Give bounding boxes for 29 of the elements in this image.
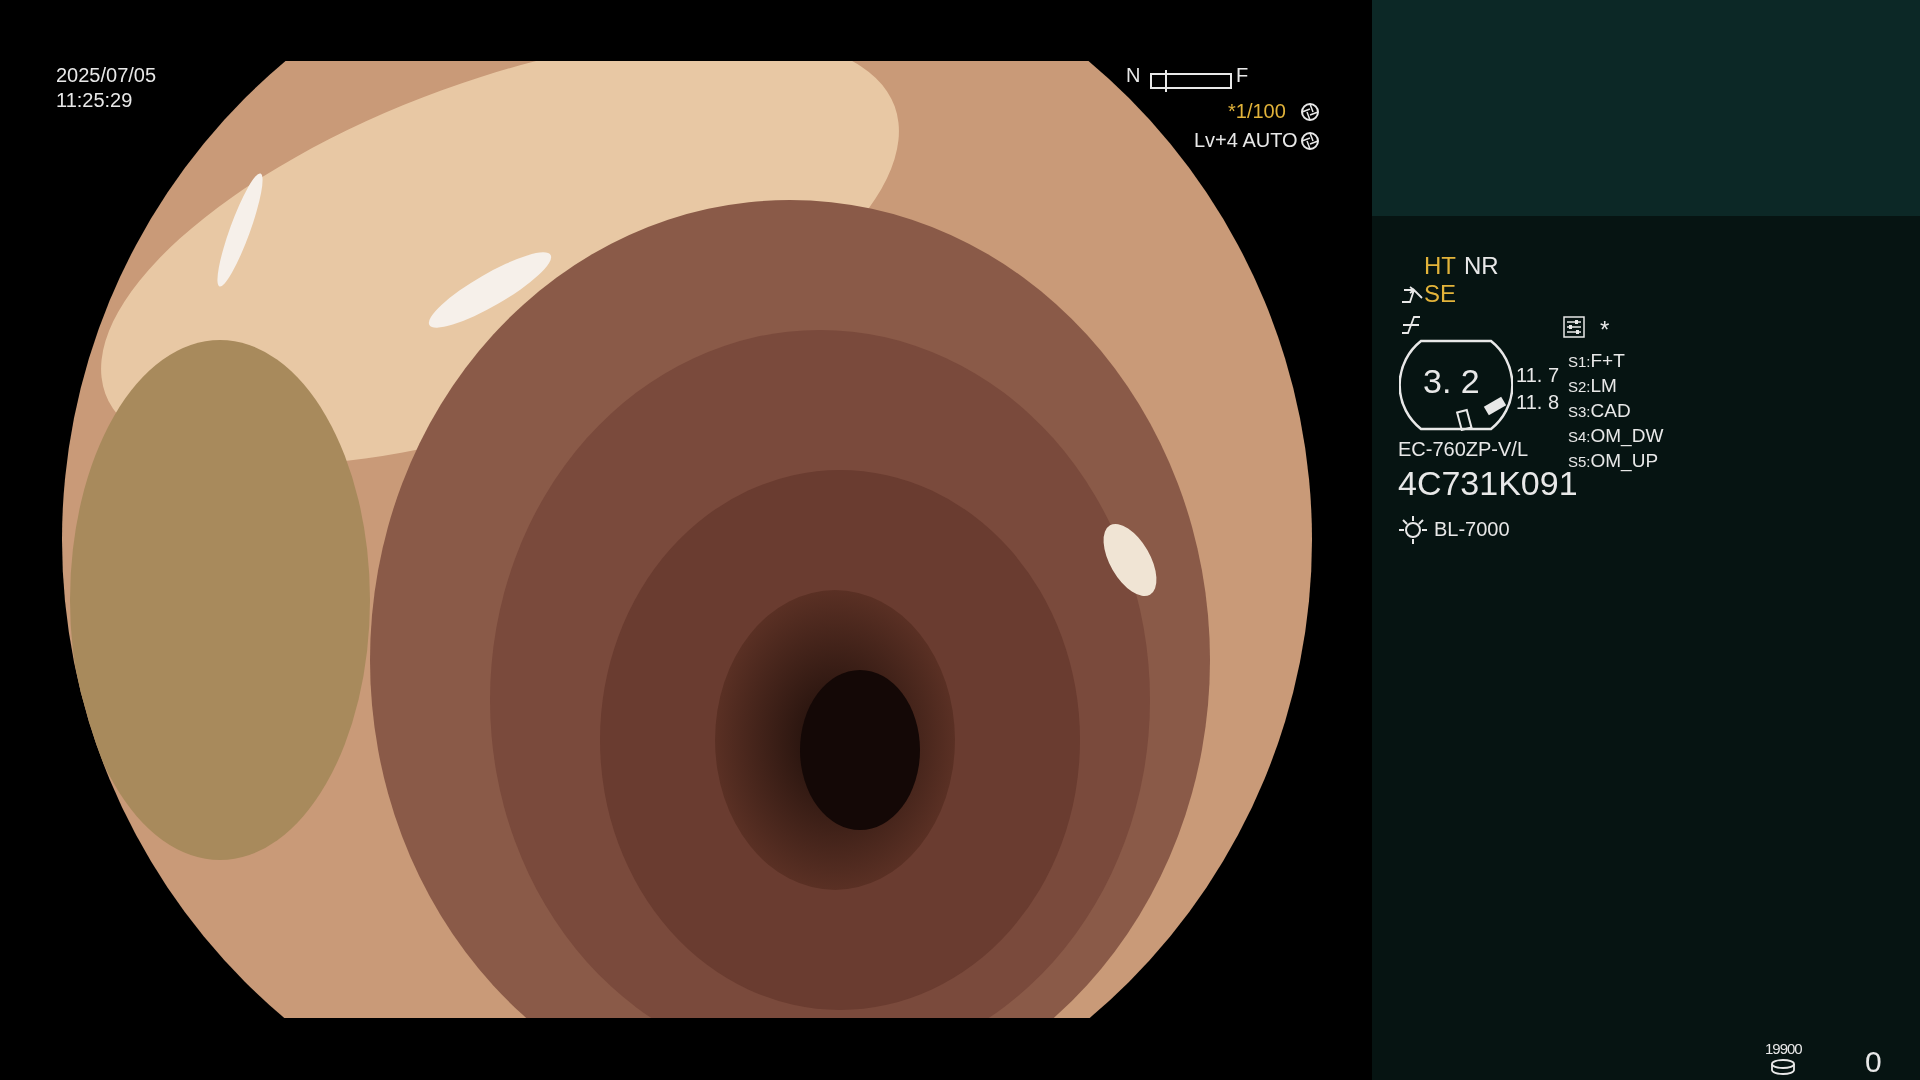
reading-text: 11. 8 — [1516, 391, 1559, 414]
date-text: 2025/07/05 — [56, 64, 157, 87]
disk-icon — [1770, 1059, 1796, 1075]
switch-label: S4:OM_DW — [1568, 424, 1664, 449]
switch-label: S3:CAD — [1568, 399, 1631, 423]
reading-text: 11. 7 — [1516, 364, 1559, 387]
iris-text: Lv+4 AUTO — [1194, 129, 1298, 152]
counter-text: 0 — [1865, 1045, 1882, 1080]
settings-icon — [1563, 316, 1585, 338]
lamp-icon — [1398, 515, 1428, 545]
mode-label: NR — [1464, 252, 1499, 280]
mode-label: HT — [1424, 252, 1456, 280]
aperture-icon — [1300, 131, 1320, 151]
scope-icon — [1400, 284, 1424, 304]
zoom-far-label: F — [1236, 64, 1249, 87]
slash-wave-icon — [1400, 314, 1422, 336]
zoom-near-label: N — [1126, 64, 1141, 87]
enhancement-label: SE — [1424, 280, 1456, 308]
scope-badge-value: 3. 2 — [1423, 362, 1480, 402]
time-text: 11:25:29 — [56, 89, 133, 112]
switch-label: S1:F+T — [1568, 349, 1625, 373]
asterisk-text: * — [1600, 316, 1610, 344]
scope-model-text: EC-760ZP-V/L — [1398, 438, 1529, 461]
scope-badge-icon — [1399, 339, 1513, 431]
light-source-text: BL-7000 — [1434, 518, 1510, 541]
storage-count: 19900 — [1765, 1040, 1802, 1058]
aperture-icon — [1300, 102, 1320, 122]
switch-label: S2:LM — [1568, 374, 1617, 398]
shutter-text: *1/100 — [1228, 100, 1286, 123]
